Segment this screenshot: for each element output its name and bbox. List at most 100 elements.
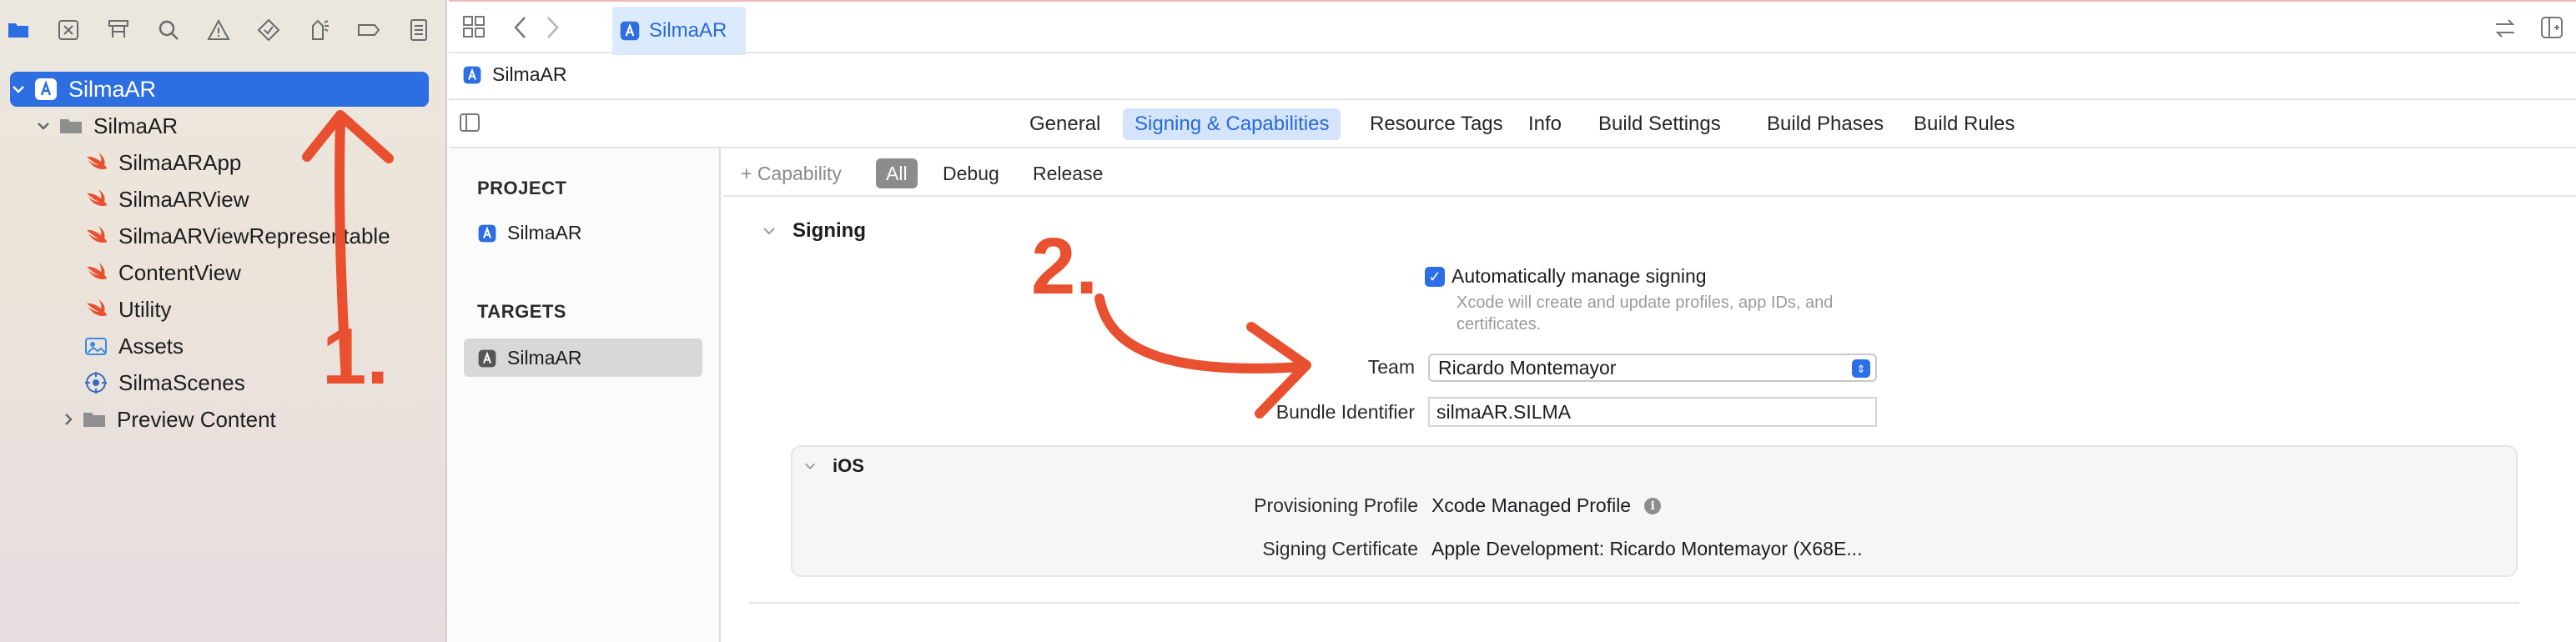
filter-debug[interactable]: Debug [933, 158, 1009, 188]
folder-icon [60, 119, 82, 133]
folder-icon[interactable] [3, 15, 33, 45]
provisioning-profile-text: Xcode Managed Profile [1431, 494, 1632, 516]
report-icon[interactable] [404, 15, 434, 45]
signing-certificate-label: Signing Certificate [1262, 538, 1418, 559]
bundle-identifier-field[interactable]: silmaAR.SILMA [1428, 397, 1877, 427]
filter-all[interactable]: All [876, 158, 918, 188]
tree-item-assets[interactable]: Assets [83, 329, 184, 364]
sidebar-toggle-icon[interactable] [459, 112, 480, 139]
forward-chevron-icon[interactable] [542, 15, 562, 46]
tree-item-file[interactable]: SilmaARApp [83, 145, 241, 180]
tab-build-settings[interactable]: Build Settings [1587, 108, 1733, 140]
tab-resource-tags[interactable]: Resource Tags [1358, 108, 1515, 140]
tree-item-label: SilmaARViewRepresentable [118, 223, 390, 248]
chevron-down-icon[interactable] [10, 81, 27, 98]
tree-item-file[interactable]: Utility [83, 292, 172, 327]
tree-item-label: Assets [118, 333, 184, 359]
signing-title: Signing [792, 219, 866, 242]
editor-tab-bar: SilmaAR [449, 0, 2576, 55]
project-item[interactable]: SilmaAR [477, 222, 581, 244]
team-value: Ricardo Montemayor [1438, 356, 1617, 379]
asset-catalog-icon [85, 338, 107, 355]
reality-scene-icon [85, 372, 107, 394]
tree-item-label: SilmaAR [68, 76, 157, 102]
test-diamond-icon[interactable] [254, 15, 284, 45]
hierarchy-icon[interactable] [103, 15, 133, 45]
swap-arrows-icon[interactable] [2493, 17, 2518, 46]
provisioning-profile-label: Provisioning Profile [1254, 494, 1418, 516]
tree-item-label: SilmaScenes [118, 369, 245, 395]
breadcrumb-label: SilmaAR [492, 63, 567, 85]
tab-build-rules[interactable]: Build Rules [1902, 108, 2026, 140]
app-target-icon [478, 349, 496, 367]
tab-silmaar[interactable]: SilmaAR [612, 7, 746, 55]
grid-icon[interactable] [462, 15, 486, 44]
xcode-project-icon [35, 78, 57, 100]
chevron-down-icon[interactable] [761, 223, 777, 239]
breadcrumb-item[interactable]: SilmaAR [462, 63, 566, 86]
editor-settings-tabs: General Signing & Capabilities Resource … [449, 100, 2576, 148]
targets-header: TARGETS [477, 301, 566, 322]
tree-item-file[interactable]: ContentView [83, 255, 241, 290]
tab-general[interactable]: General [1018, 108, 1112, 140]
chevron-down-icon[interactable] [35, 118, 52, 134]
chevron-down-icon[interactable] [802, 459, 818, 474]
annotation-step-2: 2. [1031, 222, 1098, 311]
swift-file-icon [87, 263, 107, 279]
source-control-icon[interactable] [53, 15, 83, 45]
auto-manage-signing-label: Automatically manage signing [1452, 265, 1707, 287]
swift-file-icon [87, 153, 107, 169]
tab-label: SilmaAR [649, 19, 727, 42]
chevron-updown-icon: ⇕ [1852, 359, 1870, 378]
tree-item-file[interactable]: SilmaARViewRepresentable [83, 218, 390, 253]
folder-icon [83, 413, 105, 427]
capability-filter-bar: + Capability All Debug Release [722, 148, 2576, 197]
project-item-label: SilmaAR [507, 222, 582, 243]
debug-icon[interactable] [304, 15, 334, 45]
auto-manage-desc: certificates. [1457, 315, 1542, 334]
project-header: PROJECT [477, 178, 567, 198]
target-item[interactable]: SilmaAR [477, 347, 581, 369]
swift-file-icon [87, 299, 107, 316]
team-popup[interactable]: Ricardo Montemayor ⇕ [1428, 354, 1877, 382]
provisioning-profile-value: Xcode Managed Profile i [1431, 494, 1662, 517]
team-label: Team [1367, 356, 1415, 378]
add-capability-button[interactable]: + Capability [731, 158, 852, 188]
xcode-project-icon [478, 224, 496, 242]
info-icon[interactable]: i [1644, 497, 1662, 514]
tree-item-folder[interactable]: SilmaAR [35, 108, 178, 143]
tab-build-phases[interactable]: Build Phases [1755, 108, 1895, 140]
warning-icon[interactable] [204, 15, 234, 45]
chevron-right-icon[interactable] [60, 411, 77, 428]
target-item-label: SilmaAR [507, 347, 582, 369]
tab-info[interactable]: Info [1517, 108, 1573, 140]
tree-item-scene[interactable]: SilmaScenes [83, 365, 245, 400]
xcode-project-icon [463, 66, 481, 83]
tree-item-file[interactable]: SilmaARView [83, 182, 249, 217]
swift-file-icon [87, 189, 107, 206]
breakpoint-icon[interactable] [354, 15, 384, 45]
split-editor-icon[interactable] [2539, 15, 2564, 46]
section-divider [749, 602, 2519, 604]
auto-manage-signing-checkbox[interactable]: ✓ [1425, 267, 1445, 287]
breadcrumb: SilmaAR [449, 53, 2576, 100]
back-chevron-icon[interactable] [511, 15, 531, 46]
tree-item-label: SilmaARView [118, 186, 249, 212]
filter-release[interactable]: Release [1023, 158, 1113, 188]
tree-item-label: Preview Content [117, 406, 276, 432]
tree-item-label: ContentView [118, 259, 241, 285]
tree-item-folder[interactable]: Preview Content [60, 402, 276, 437]
signing-section-header[interactable]: Signing [761, 219, 866, 243]
auto-manage-desc: Xcode will create and update profiles, a… [1457, 293, 1834, 312]
search-icon[interactable] [153, 15, 184, 45]
tab-signing-capabilities[interactable]: Signing & Capabilities [1123, 108, 1341, 140]
tree-item-project[interactable]: SilmaAR [10, 72, 156, 107]
bundle-identifier-label: Bundle Identifier [1275, 401, 1415, 423]
ios-section-header[interactable]: iOS [802, 455, 864, 477]
ios-title: iOS [833, 455, 864, 476]
tree-item-label: SilmaAR [93, 113, 179, 138]
tree-item-label: SilmaARApp [118, 149, 242, 175]
project-navigator: SilmaAR SilmaAR SilmaARApp SilmaARView S… [0, 0, 447, 642]
tree-item-label: Utility [118, 296, 172, 322]
swift-file-icon [87, 226, 107, 243]
